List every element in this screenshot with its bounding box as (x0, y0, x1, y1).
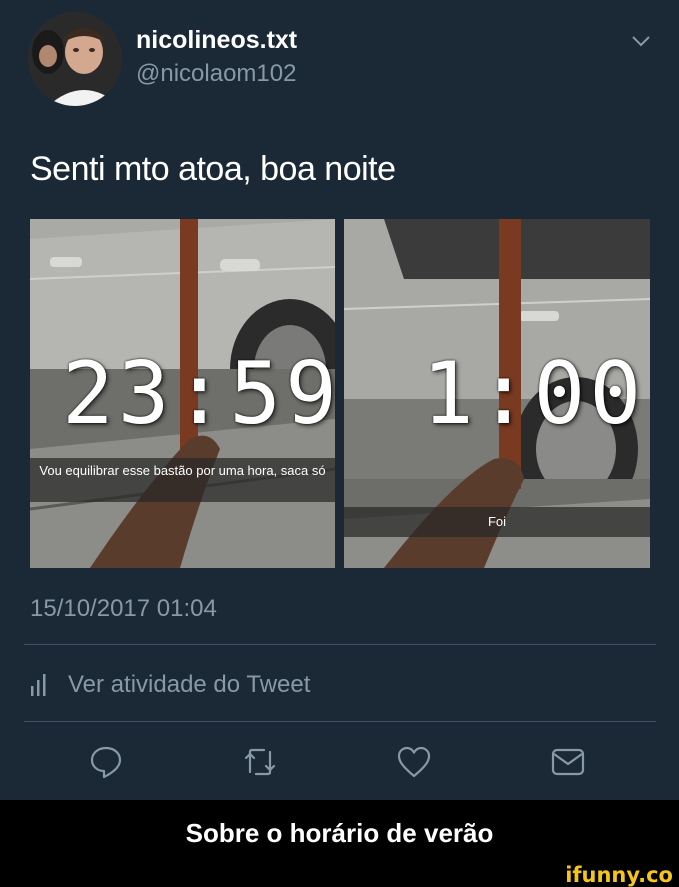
heart-icon[interactable] (396, 744, 432, 780)
tweet-activity-label: Ver atividade do Tweet (68, 671, 311, 698)
tweet-card: nicolineos.txt @nicolaom102 Senti mto at… (0, 0, 679, 800)
meme-caption-bar: Sobre o horário de verão (0, 800, 679, 866)
tweet-timestamp: 15/10/2017 01:04 (30, 595, 217, 622)
clock-display-right: 1:00 (422, 344, 646, 444)
tweet-activity-link[interactable]: Ver atividade do Tweet (30, 668, 310, 702)
chevron-down-icon[interactable] (630, 30, 652, 52)
tweet-text: Senti mto atoa, boa noite (30, 150, 396, 188)
envelope-icon[interactable] (550, 744, 586, 780)
meme-caption: Sobre o horário de verão (185, 817, 494, 848)
analytics-bars-icon (31, 674, 46, 696)
photo-caption-left: Vou equilibrar esse bastão por uma hora,… (30, 458, 335, 502)
divider (24, 721, 656, 722)
avatar[interactable] (28, 12, 122, 106)
clock-display-left: 23:59 (62, 344, 341, 444)
ifunny-watermark: ifunny.co (565, 863, 673, 887)
photo-caption-right: Foi (344, 507, 650, 537)
reply-icon[interactable] (88, 744, 124, 780)
retweet-icon[interactable] (242, 744, 278, 780)
user-handle[interactable]: @nicolaom102 (136, 60, 296, 88)
display-name[interactable]: nicolineos.txt (136, 26, 297, 55)
divider (24, 644, 656, 645)
